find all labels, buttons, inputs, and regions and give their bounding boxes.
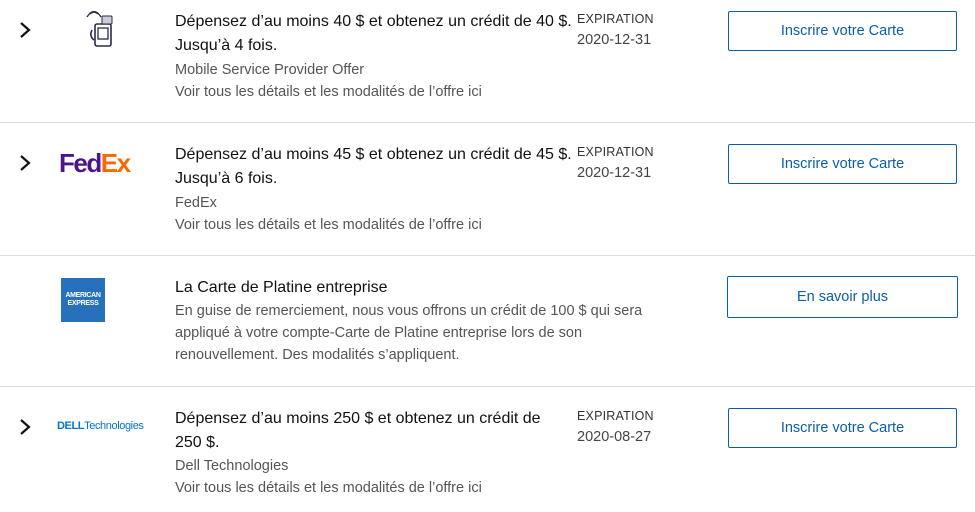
offer-title: Dépensez d’au moins 250 $ et obtenez un … — [175, 410, 541, 451]
offer-details-link[interactable]: Voir tous les détails et les modalités d… — [175, 81, 482, 103]
expiration-date: 2020-12-31 — [577, 165, 652, 181]
expiration-label: EXPIRATION — [577, 145, 654, 159]
offer-title: Dépensez d’au moins 40 $ et obtenez un c… — [175, 13, 572, 54]
learn-more-button[interactable]: En savoir plus — [727, 276, 958, 318]
fedex-logo: FedEx — [59, 148, 131, 178]
mobile-payment-icon — [86, 10, 113, 47]
offer-description: En guise de remerciement, nous vous offr… — [175, 303, 643, 363]
merchant-name: FedEx — [175, 195, 217, 211]
offer-title: Dépensez d’au moins 45 $ et obtenez un c… — [175, 146, 572, 187]
chevron-right-icon[interactable] — [18, 154, 32, 172]
amex-logo-text-top: AMERICAN — [65, 292, 101, 299]
merchant-name: Dell Technologies — [175, 458, 289, 474]
amex-logo-text-bottom: EXPRESS — [67, 300, 99, 307]
amex-logo: AMERICAN EXPRESS — [61, 278, 105, 322]
chevron-right-icon[interactable] — [18, 21, 32, 39]
dell-technologies-logo: DELLTechnologies — [57, 420, 144, 432]
offer-row: FedEx Dépensez d’au moins 45 $ et obtene… — [0, 123, 975, 255]
offer-details-link[interactable]: Voir tous les détails et les modalités d… — [175, 477, 482, 499]
offer-title: La Carte de Platine entreprise — [175, 279, 388, 296]
offer-row: Dépensez d’au moins 40 $ et obtenez un c… — [0, 0, 975, 122]
offer-details-link[interactable]: Voir tous les détails et les modalités d… — [175, 214, 482, 236]
expiration-label: EXPIRATION — [577, 409, 654, 423]
expiration-date: 2020-12-31 — [577, 32, 652, 48]
enroll-card-button[interactable]: Inscrire votre Carte — [728, 408, 957, 448]
expiration-label: EXPIRATION — [577, 12, 654, 26]
chevron-right-icon[interactable] — [18, 418, 32, 436]
enroll-card-button[interactable]: Inscrire votre Carte — [728, 11, 957, 51]
merchant-name: Mobile Service Provider Offer — [175, 62, 365, 78]
expiration-date: 2020-08-27 — [577, 429, 652, 445]
offer-row: AMERICAN EXPRESS La Carte de Platine ent… — [0, 256, 975, 386]
enroll-card-button[interactable]: Inscrire votre Carte — [728, 144, 957, 184]
offer-row: DELLTechnologies Dépensez d’au moins 250… — [0, 387, 975, 512]
